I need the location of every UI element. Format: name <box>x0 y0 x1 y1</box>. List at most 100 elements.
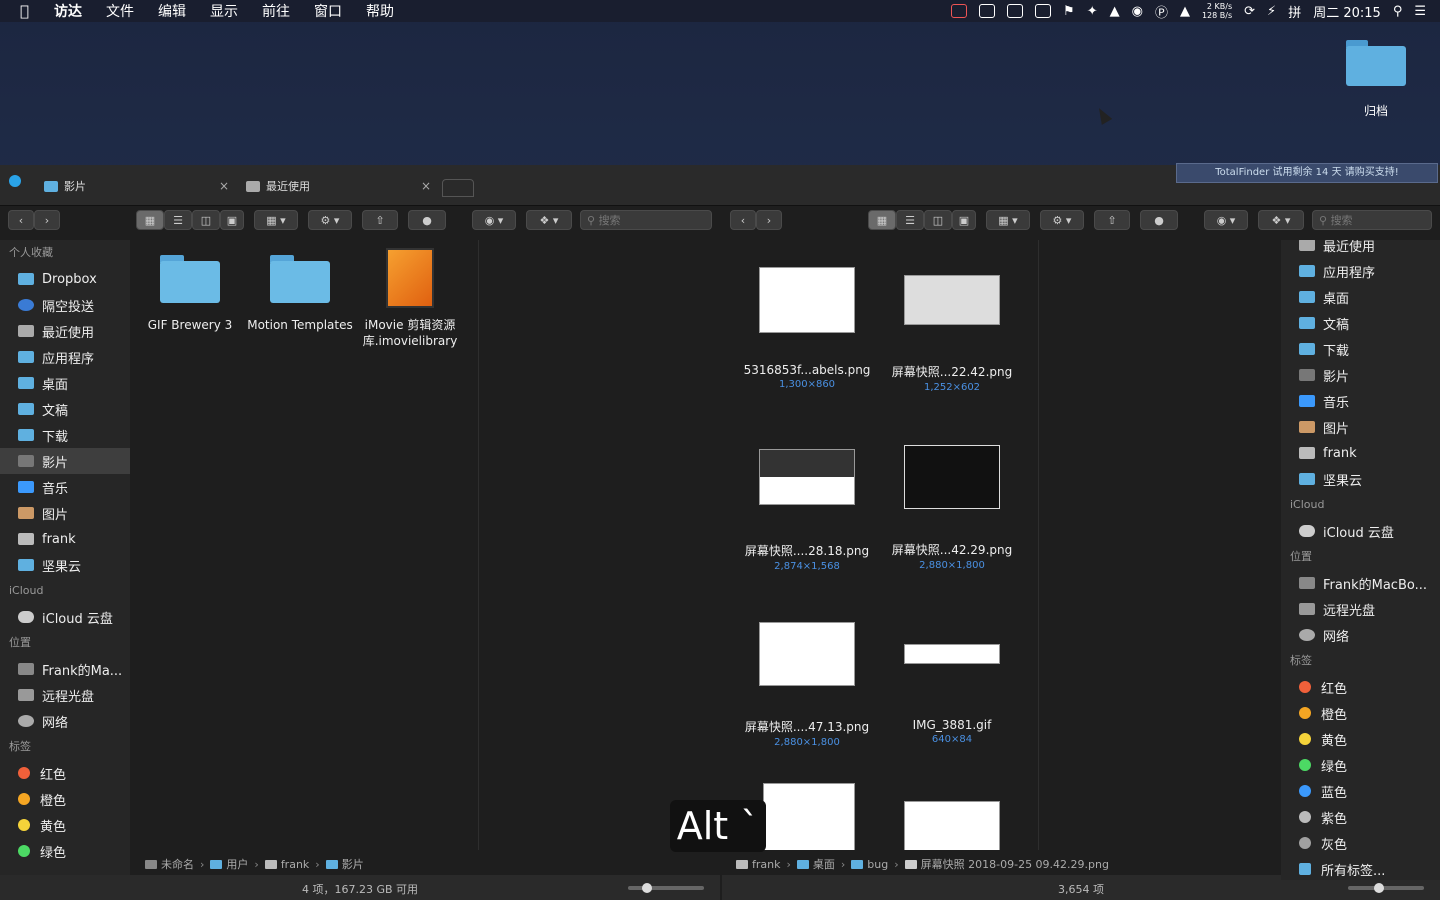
back-button[interactable]: ‹ <box>8 210 34 230</box>
share-button[interactable]: ⇧ <box>362 210 398 230</box>
sidebar-item-network[interactable]: 网络 <box>1281 622 1440 648</box>
menu-window[interactable]: 窗口 <box>314 1 342 21</box>
window-close-button[interactable] <box>9 175 21 187</box>
action-gear-button[interactable]: ⚙ ▾ <box>1040 210 1084 230</box>
list-view-button[interactable]: ☰ <box>164 210 192 230</box>
menu-go[interactable]: 前往 <box>262 1 290 21</box>
sidebar-tag-item[interactable]: 绿色 <box>1281 752 1440 778</box>
sidebar-tag-item[interactable]: 红色 <box>1281 674 1440 700</box>
sidebar-item-pictures[interactable]: 图片 <box>0 500 130 526</box>
column-view-button[interactable]: ◫ <box>192 210 220 230</box>
sidebar-item-jianguoyun[interactable]: 坚果云 <box>0 552 130 578</box>
path-item[interactable]: bug <box>867 858 888 871</box>
file-item[interactable]: iMovie 剪辑资源库.imovielibrary <box>355 248 465 349</box>
status-app-icon[interactable] <box>951 4 968 18</box>
signal-icon[interactable]: ▲ <box>1180 4 1190 19</box>
tab-movies[interactable]: 影片 × <box>44 175 229 197</box>
sidebar-item-remote-disc[interactable]: 远程光盘 <box>1281 596 1440 622</box>
arrange-button[interactable]: ▦ ▾ <box>254 210 298 230</box>
sidebar-favorite-item[interactable]: 文稿 <box>1281 310 1440 336</box>
column-divider[interactable] <box>478 240 479 850</box>
battery-icon[interactable]: ⚡ <box>1267 4 1276 19</box>
forward-button[interactable]: › <box>756 210 782 230</box>
sidebar-tag-item[interactable]: 橙色 <box>1281 700 1440 726</box>
file-item[interactable] <box>887 801 1017 850</box>
file-item[interactable]: Motion Templates <box>245 255 355 333</box>
sidebar-item-macbook[interactable]: Frank的Ma... <box>0 656 130 682</box>
tag-button[interactable]: ● <box>408 210 446 230</box>
sidebar-favorite-item[interactable]: 音乐 <box>1281 388 1440 414</box>
sidebar-tag-item[interactable]: 黄色 <box>0 812 130 838</box>
back-button[interactable]: ‹ <box>730 210 756 230</box>
file-item[interactable]: GIF Brewery 3 <box>135 255 245 333</box>
menu-file[interactable]: 文件 <box>106 1 134 21</box>
icon-view-button[interactable]: ▦ <box>136 210 164 230</box>
sidebar-item-frank[interactable]: frank <box>0 526 130 552</box>
sidebar-favorite-item[interactable]: 下载 <box>1281 336 1440 362</box>
sidebar-tag-item[interactable]: 黄色 <box>1281 726 1440 752</box>
tag-button[interactable]: ● <box>1140 210 1178 230</box>
path-item[interactable]: 屏幕快照 2018-09-25 09.42.29.png <box>921 856 1109 872</box>
sidebar-favorite-item[interactable]: 坚果云 <box>1281 466 1440 492</box>
sidebar-item-recents[interactable]: 最近使用 <box>0 318 130 344</box>
sidebar-item-macbook[interactable]: Frank的MacBo... <box>1281 570 1440 596</box>
file-item[interactable]: 5316853f...abels.png 1,300×860 <box>742 267 872 390</box>
sidebar-tag-item[interactable]: 紫色 <box>1281 804 1440 830</box>
path-item[interactable]: 用户 <box>226 856 248 872</box>
menu-finder[interactable]: 访达 <box>54 1 82 21</box>
folder-upload-icon[interactable]: ▲ <box>1110 4 1120 19</box>
icon-size-slider[interactable] <box>1348 883 1424 893</box>
sync-icon[interactable]: ⟳ <box>1244 4 1255 19</box>
sidebar-item-dropbox[interactable]: Dropbox <box>0 266 130 292</box>
file-item[interactable]: 屏幕快照....28.18.png 2,874×1,568 <box>742 449 872 572</box>
file-item[interactable]: 屏幕快照....47.13.png 2,880×1,800 <box>742 622 872 748</box>
input-method[interactable]: 拼 <box>1288 2 1301 21</box>
sidebar-favorite-item[interactable]: 影片 <box>1281 362 1440 388</box>
onepassword-icon[interactable]: ◉ <box>1132 4 1143 19</box>
icon-view-button[interactable]: ▦ <box>868 210 896 230</box>
gallery-view-button[interactable]: ▣ <box>220 210 244 230</box>
sidebar-tag-item[interactable]: 绿色 <box>0 838 130 864</box>
sidebar-favorite-item[interactable]: 图片 <box>1281 414 1440 440</box>
desktop-folder-icon[interactable] <box>1346 40 1406 86</box>
list-view-button[interactable]: ☰ <box>896 210 924 230</box>
menu-help[interactable]: 帮助 <box>366 1 394 21</box>
sidebar-item-icloud-drive[interactable]: iCloud 云盘 <box>0 604 130 630</box>
screenshot-icon[interactable] <box>1007 4 1024 18</box>
sidebar-item-applications[interactable]: 应用程序 <box>0 344 130 370</box>
sidebar-tag-item[interactable]: 所有标签... <box>1281 856 1440 880</box>
quick-action-button[interactable]: ◉ ▾ <box>1204 210 1248 230</box>
file-item[interactable]: 屏幕快照...22.42.png 1,252×602 <box>887 275 1017 393</box>
sidebar-favorite-item[interactable]: frank <box>1281 440 1440 466</box>
path-item[interactable]: 影片 <box>342 856 364 872</box>
sidebar-item-music[interactable]: 音乐 <box>0 474 130 500</box>
sidebar-tag-item[interactable]: 灰色 <box>1281 830 1440 856</box>
display-icon[interactable] <box>979 4 996 18</box>
sidebar-favorite-item[interactable]: 应用程序 <box>1281 258 1440 284</box>
search-input[interactable]: ⚲ 搜索 <box>1312 210 1432 230</box>
sidebar-tag-item[interactable]: 红色 <box>0 760 130 786</box>
sidebar-item-network[interactable]: 网络 <box>0 708 130 734</box>
path-item[interactable]: frank <box>281 858 309 871</box>
menu-edit[interactable]: 编辑 <box>158 1 186 21</box>
dropbox-button[interactable]: ❖ ▾ <box>1258 210 1304 230</box>
sidebar-tag-item[interactable]: 橙色 <box>0 786 130 812</box>
sidebar-tag-item[interactable]: 蓝色 <box>1281 778 1440 804</box>
sidebar-favorite-item[interactable]: 最近使用 <box>1281 240 1440 258</box>
icon-size-slider[interactable] <box>628 883 704 893</box>
notification-center-icon[interactable]: ☰ <box>1414 4 1426 19</box>
sidebar-item-movies[interactable]: 影片 <box>0 448 130 474</box>
command-icon[interactable] <box>1035 4 1052 18</box>
sidebar-item-desktop[interactable]: 桌面 <box>0 370 130 396</box>
arrange-button[interactable]: ▦ ▾ <box>986 210 1030 230</box>
dropbox-button[interactable]: ❖ ▾ <box>526 210 572 230</box>
tab-close-button[interactable]: × <box>421 179 431 193</box>
sidebar-item-remote-disc[interactable]: 远程光盘 <box>0 682 130 708</box>
forward-button[interactable]: › <box>34 210 60 230</box>
p-icon[interactable]: Ⓟ <box>1155 2 1168 21</box>
spotlight-icon[interactable]: ⚲ <box>1393 4 1403 19</box>
trial-banner[interactable]: TotalFinder 试用剩余 14 天 请购买支持! <box>1176 163 1438 183</box>
spray-icon[interactable]: ✦ <box>1087 4 1098 19</box>
sidebar-favorite-item[interactable]: 桌面 <box>1281 284 1440 310</box>
path-item[interactable]: frank <box>752 858 780 871</box>
